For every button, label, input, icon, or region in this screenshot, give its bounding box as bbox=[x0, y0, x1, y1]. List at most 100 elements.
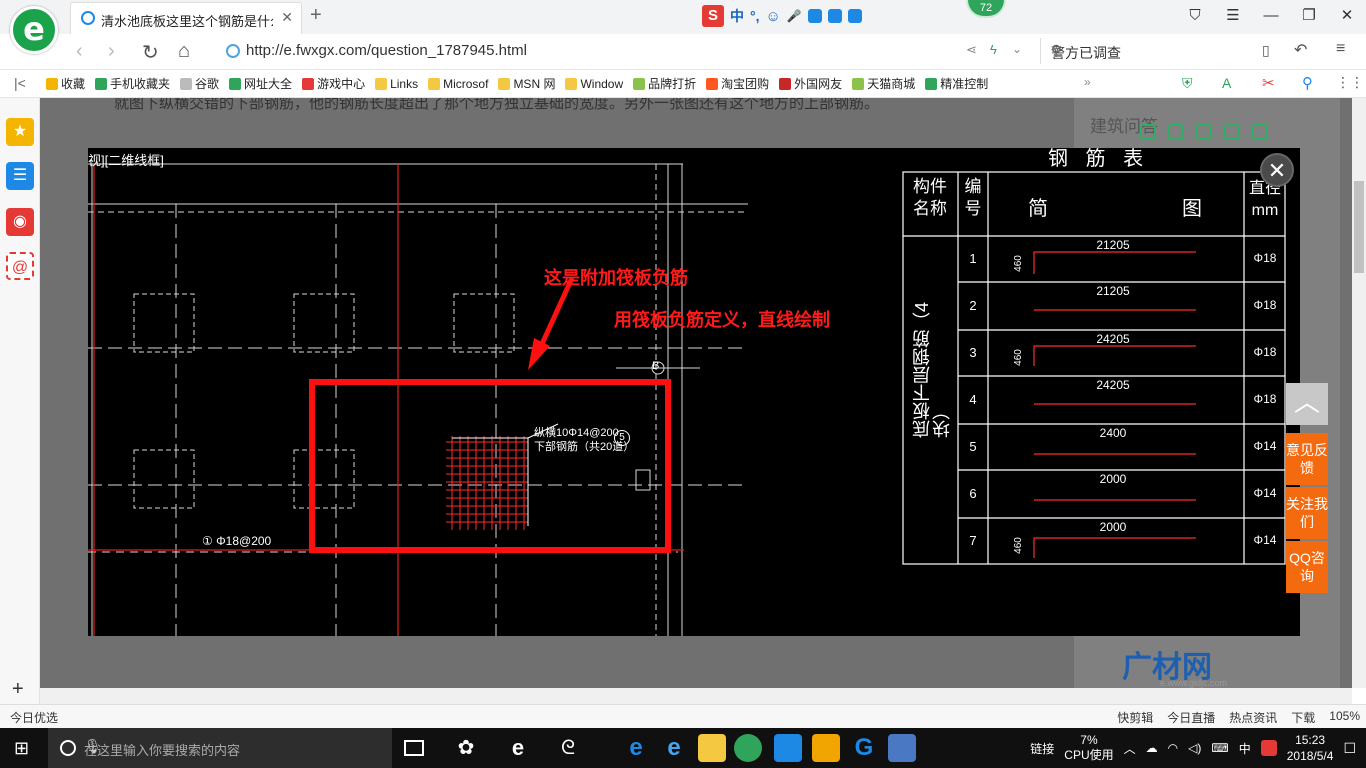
bookmark-item[interactable]: 外国网友 bbox=[779, 75, 842, 92]
follow-us-button[interactable]: 关注我们 bbox=[1286, 487, 1328, 539]
shirt-icon[interactable]: ⛉ bbox=[1176, 0, 1214, 34]
zoom-icon[interactable]: ⚲ bbox=[1302, 74, 1313, 92]
favorites-icon[interactable]: ★ bbox=[6, 118, 34, 146]
qq-consult-button[interactable]: QQ咨询 bbox=[1286, 541, 1328, 593]
wifi-icon[interactable]: ◠ bbox=[1168, 741, 1178, 755]
ime-tray-label[interactable]: 中 bbox=[1239, 740, 1251, 757]
smiley-icon[interactable]: ☺ bbox=[766, 8, 781, 25]
keyboard-tray-icon[interactable]: ⌨ bbox=[1211, 741, 1228, 755]
tray-expand-icon[interactable]: ︿ bbox=[1124, 740, 1136, 757]
bookmark-item[interactable]: 天猫商城 bbox=[852, 75, 915, 92]
edge-icon[interactable]: e bbox=[622, 734, 650, 762]
shield-icon[interactable]: ⛨ bbox=[1182, 75, 1193, 92]
task-view-icon[interactable] bbox=[404, 740, 424, 756]
download-link[interactable]: 下载 bbox=[1291, 709, 1315, 726]
ime-mode-label[interactable]: 中 bbox=[730, 6, 744, 26]
glodon-app-icon[interactable] bbox=[774, 734, 802, 762]
zoom-level[interactable]: 105% bbox=[1329, 709, 1360, 726]
internet-explorer-icon[interactable]: e bbox=[660, 734, 688, 762]
screenshot-app-icon[interactable] bbox=[888, 734, 916, 762]
mic-icon[interactable]: 🎙 bbox=[84, 738, 378, 755]
share-icon[interactable] bbox=[1224, 124, 1240, 140]
new-tab-button[interactable]: + bbox=[310, 4, 322, 27]
notification-badge[interactable]: 72 bbox=[966, 0, 1006, 18]
reload-icon[interactable]: ↻ bbox=[142, 40, 159, 65]
phone-icon[interactable]: ▯ bbox=[1262, 42, 1270, 59]
menu-icon[interactable]: ☰ bbox=[1214, 0, 1252, 34]
home-icon[interactable]: ⌂ bbox=[178, 40, 190, 63]
bookmark-item[interactable]: 淘宝团购 bbox=[706, 75, 769, 92]
file-explorer-icon[interactable] bbox=[698, 734, 726, 762]
links-toolbar[interactable]: 链接 bbox=[1030, 740, 1054, 757]
keyboard-icon[interactable] bbox=[807, 9, 822, 23]
bookmark-overflow-icon[interactable]: » bbox=[1084, 75, 1091, 89]
back-icon[interactable]: ‹ bbox=[76, 40, 83, 63]
bookmark-item[interactable]: 收藏 bbox=[46, 75, 85, 92]
reading-list-icon[interactable]: ☰ bbox=[6, 162, 34, 190]
email-icon[interactable]: @ bbox=[6, 252, 34, 280]
clock[interactable]: 15:23 2018/5/4 bbox=[1287, 732, 1334, 764]
bookmark-item[interactable]: Window bbox=[565, 75, 623, 92]
undo-icon[interactable]: ↶ bbox=[1294, 40, 1307, 60]
weibo-icon[interactable]: ◉ bbox=[6, 208, 34, 236]
fit-icon[interactable] bbox=[1140, 124, 1156, 140]
fan-app-icon[interactable]: ✿ bbox=[452, 734, 480, 762]
restore-icon[interactable]: ❐ bbox=[1290, 0, 1328, 34]
sogou-tray-icon[interactable] bbox=[1260, 740, 1277, 756]
collapse-sidebar-icon[interactable]: |< bbox=[14, 75, 26, 91]
action-center-icon[interactable]: ☐ bbox=[1343, 740, 1356, 757]
forward-icon[interactable]: › bbox=[108, 40, 115, 63]
close-window-icon[interactable]: ✕ bbox=[1328, 0, 1366, 34]
ie-alt-icon[interactable]: e bbox=[504, 734, 532, 762]
vertical-scroll-thumb[interactable] bbox=[1354, 181, 1364, 273]
swirl-app-icon[interactable]: ᘓ bbox=[554, 734, 582, 762]
translate-icon[interactable]: A bbox=[1222, 75, 1231, 91]
windows-start-icon[interactable]: ⊞ bbox=[14, 738, 29, 759]
bookmark-item[interactable]: MSN 网 bbox=[498, 75, 555, 92]
share-icon[interactable]: ⋖ bbox=[966, 42, 977, 58]
live-link[interactable]: 今日直播 bbox=[1167, 709, 1215, 726]
360-browser-icon[interactable] bbox=[734, 734, 762, 762]
taskbar-search-box[interactable]: 在这里输入你要搜索的内容 🎙 bbox=[48, 728, 392, 768]
bookmark-item[interactable]: 精准控制 bbox=[925, 75, 988, 92]
ime-punct-label[interactable]: °, bbox=[750, 8, 760, 24]
cpu-meter[interactable]: 7% CPU使用 bbox=[1064, 733, 1113, 763]
bookmark-item[interactable]: 品牌打折 bbox=[633, 75, 696, 92]
browser-logo[interactable]: e bbox=[10, 6, 58, 54]
sogou-ime-icon[interactable]: S bbox=[702, 5, 724, 27]
horizontal-scrollbar[interactable] bbox=[40, 688, 1352, 704]
quick-clip-link[interactable]: 快剪辑 bbox=[1117, 709, 1153, 726]
active-tab[interactable]: 清水池底板这里这个钢筋是什么意思 ✕ bbox=[70, 2, 302, 34]
more-menu-icon[interactable]: ≡ bbox=[1336, 40, 1345, 58]
today-picks-link[interactable]: 今日优选 bbox=[10, 709, 58, 726]
close-tab-icon[interactable]: ✕ bbox=[281, 9, 293, 26]
news-link[interactable]: 热点资讯 bbox=[1229, 709, 1277, 726]
back-to-top-button[interactable]: ︿ bbox=[1286, 383, 1328, 425]
grid-menu-icon[interactable]: ⋮⋮ bbox=[1336, 74, 1364, 91]
search-icon[interactable]: ⚲ bbox=[1051, 42, 1232, 59]
lightning-icon[interactable]: ϟ bbox=[990, 42, 997, 57]
add-sidebar-icon[interactable]: + bbox=[12, 678, 24, 701]
scissors-icon[interactable]: ✂ bbox=[1262, 74, 1275, 92]
bookmark-item[interactable]: 网址大全 bbox=[229, 75, 292, 92]
mic-icon[interactable]: 🎤 bbox=[787, 9, 802, 23]
network-icon[interactable]: ☁ bbox=[1146, 741, 1158, 755]
volume-icon[interactable]: ◁) bbox=[1188, 741, 1201, 755]
g-app-icon[interactable]: G bbox=[850, 734, 878, 762]
settings-icon[interactable] bbox=[1252, 124, 1268, 140]
save-icon[interactable] bbox=[1196, 124, 1212, 140]
notes-app-icon[interactable] bbox=[812, 734, 840, 762]
bookmark-item[interactable]: 谷歌 bbox=[180, 75, 219, 92]
bookmark-item[interactable]: Links bbox=[375, 75, 418, 92]
chevron-down-icon[interactable]: ⌄ bbox=[1012, 42, 1022, 56]
bookmark-item[interactable]: 游戏中心 bbox=[302, 75, 365, 92]
skin-icon[interactable] bbox=[827, 9, 842, 23]
url-field[interactable]: http://e.fwxgx.com/question_1787945.html bbox=[222, 40, 982, 64]
close-viewer-button[interactable]: ✕ bbox=[1260, 153, 1294, 187]
minimize-icon[interactable]: — bbox=[1252, 0, 1290, 34]
bookmark-item[interactable]: 手机收藏夹 bbox=[95, 75, 170, 92]
bookmark-item[interactable]: Microsof bbox=[428, 75, 488, 92]
fullscreen-icon[interactable] bbox=[1168, 124, 1184, 140]
tools-icon[interactable] bbox=[847, 9, 862, 23]
search-input[interactable]: 警方已调查 ⚲ bbox=[1040, 38, 1240, 64]
